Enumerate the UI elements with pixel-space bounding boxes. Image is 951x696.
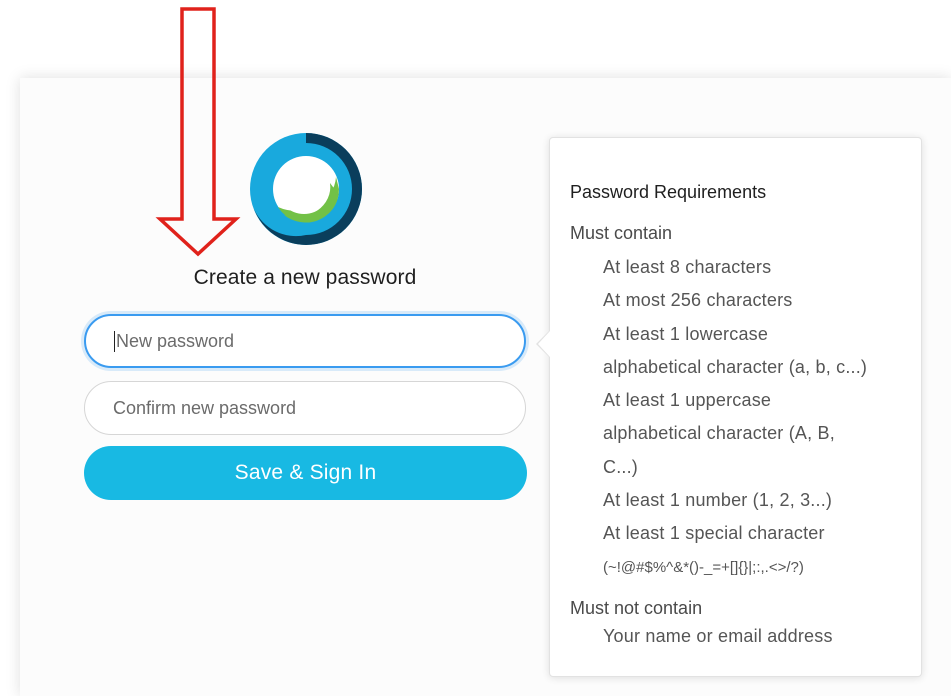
requirement-item: At least 1 uppercase xyxy=(603,390,772,411)
save-and-sign-in-button[interactable]: Save & Sign In xyxy=(84,446,527,500)
background-top xyxy=(0,0,951,78)
requirement-item: At least 1 number (1, 2, 3...) xyxy=(603,490,833,511)
must-not-contain-heading: Must not contain xyxy=(570,598,703,618)
requirement-item: (~!@#$%^&*()-_=+[]{}|;:,.<>/?) xyxy=(603,558,804,576)
page-title: Create a new password xyxy=(193,266,417,289)
requirement-item: alphabetical character (A, B, xyxy=(603,423,835,444)
requirement-item: At least 1 special character xyxy=(603,523,825,544)
new-password-placeholder: New password xyxy=(116,330,235,351)
requirement-item: C...) xyxy=(603,456,638,477)
text-caret xyxy=(114,330,115,352)
requirement-item: At most 256 characters xyxy=(603,290,793,311)
new-password-input[interactable]: New password xyxy=(84,314,526,368)
confirm-password-input[interactable]: Confirm new password xyxy=(84,381,526,435)
requirement-item: alphabetical character (a, b, c...) xyxy=(603,356,868,377)
webex-logo-icon xyxy=(250,133,362,245)
tooltip-pointer-fill xyxy=(538,331,550,357)
must-not-contain-list: Your name or email address xyxy=(603,626,833,647)
confirm-password-placeholder: Confirm new password xyxy=(113,397,297,418)
must-contain-list: At least 8 characters At most 256 charac… xyxy=(603,251,908,584)
must-contain-heading: Must contain xyxy=(570,223,673,243)
requirements-title: Password Requirements xyxy=(570,182,767,202)
requirement-item: Your name or email address xyxy=(603,626,833,646)
requirement-item: At least 8 characters xyxy=(603,257,772,277)
requirement-item: At least 1 lowercase xyxy=(603,323,769,344)
